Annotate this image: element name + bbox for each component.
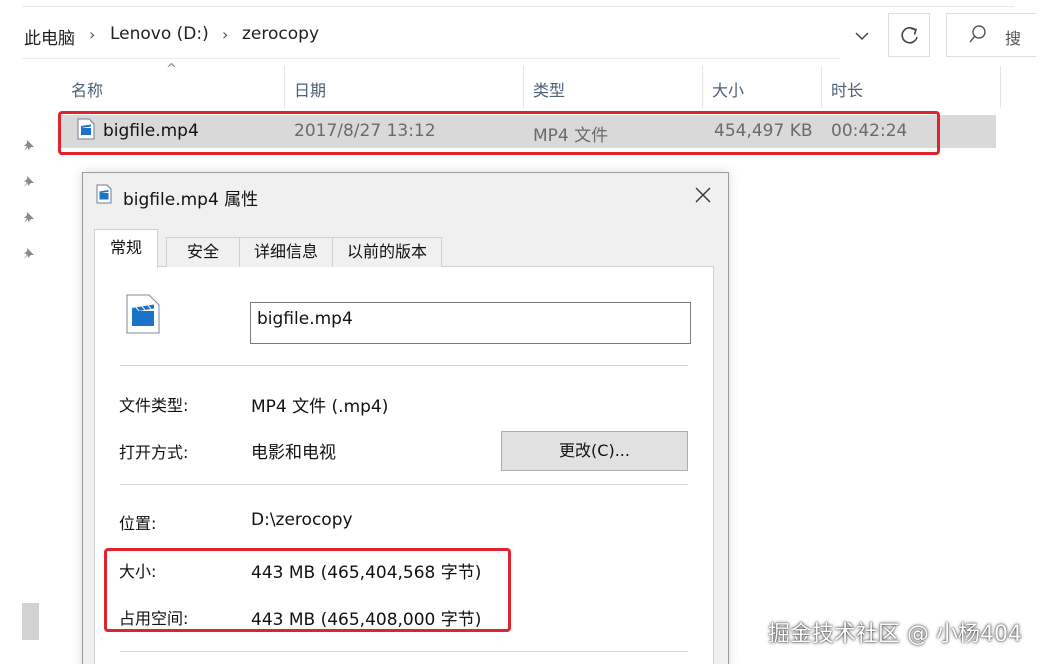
pin-icon[interactable]	[22, 174, 36, 188]
close-icon	[695, 187, 711, 203]
breadcrumb-chevron-icon[interactable]: ›	[222, 25, 228, 44]
pin-icon[interactable]	[22, 138, 36, 152]
tab-security[interactable]: 安全	[166, 237, 240, 267]
filename-input[interactable]: bigfile.mp4	[250, 302, 691, 344]
pin-icon[interactable]	[22, 210, 36, 224]
separator	[120, 484, 688, 485]
column-header-duration[interactable]: 时长	[831, 77, 863, 101]
opens-with-value: 电影和电视	[251, 443, 336, 463]
file-type-label: 文件类型:	[119, 396, 189, 415]
location-label: 位置:	[119, 514, 157, 533]
search-placeholder: 搜	[1005, 29, 1022, 48]
breadcrumb-drive[interactable]: Lenovo (D:)	[110, 24, 209, 44]
column-divider[interactable]	[702, 66, 703, 108]
top-border	[22, 6, 1014, 7]
search-icon	[969, 25, 986, 43]
large-video-file-icon	[126, 294, 160, 334]
change-button[interactable]: 更改(C)...	[501, 431, 688, 471]
refresh-button[interactable]	[888, 13, 930, 57]
separator	[120, 651, 688, 652]
column-header-date[interactable]: 日期	[294, 77, 326, 101]
scrollbar-thumb[interactable]	[22, 603, 39, 640]
video-file-icon	[96, 184, 112, 204]
breadcrumb-folder[interactable]: zerocopy	[242, 24, 319, 44]
opens-with-label: 打开方式:	[119, 443, 189, 462]
tab-previous-versions[interactable]: 以前的版本	[332, 237, 442, 267]
column-divider[interactable]	[821, 66, 822, 108]
chevron-down-icon	[855, 32, 869, 41]
dialog-title: bigfile.mp4 属性	[123, 190, 259, 210]
history-dropdown-button[interactable]	[848, 22, 876, 50]
column-header-size[interactable]: 大小	[712, 77, 744, 101]
column-header-type[interactable]: 类型	[533, 77, 565, 101]
refresh-icon	[901, 27, 918, 44]
column-header-name[interactable]: 名称	[71, 77, 103, 101]
file-row-highlight	[58, 111, 940, 155]
column-divider[interactable]	[284, 66, 285, 108]
file-type-value: MP4 文件 (.mp4)	[251, 397, 389, 417]
tab-general[interactable]: 常规	[94, 229, 158, 268]
size-highlight	[104, 548, 511, 632]
watermark: 掘金技术社区 @ 小杨404	[768, 622, 1022, 647]
breadcrumb-this-pc[interactable]: 此电脑	[24, 24, 75, 49]
separator	[120, 365, 688, 366]
column-divider[interactable]	[523, 66, 524, 108]
location-value: D:\zerocopy	[251, 510, 353, 530]
close-button[interactable]	[686, 180, 720, 210]
breadcrumb-chevron-icon[interactable]: ›	[89, 25, 95, 44]
column-divider[interactable]	[1000, 66, 1001, 108]
sort-ascending-icon: ^	[166, 62, 177, 77]
pin-icon[interactable]	[22, 246, 36, 260]
search-box[interactable]: 搜	[946, 13, 1036, 57]
tab-details[interactable]: 详细信息	[239, 237, 333, 267]
